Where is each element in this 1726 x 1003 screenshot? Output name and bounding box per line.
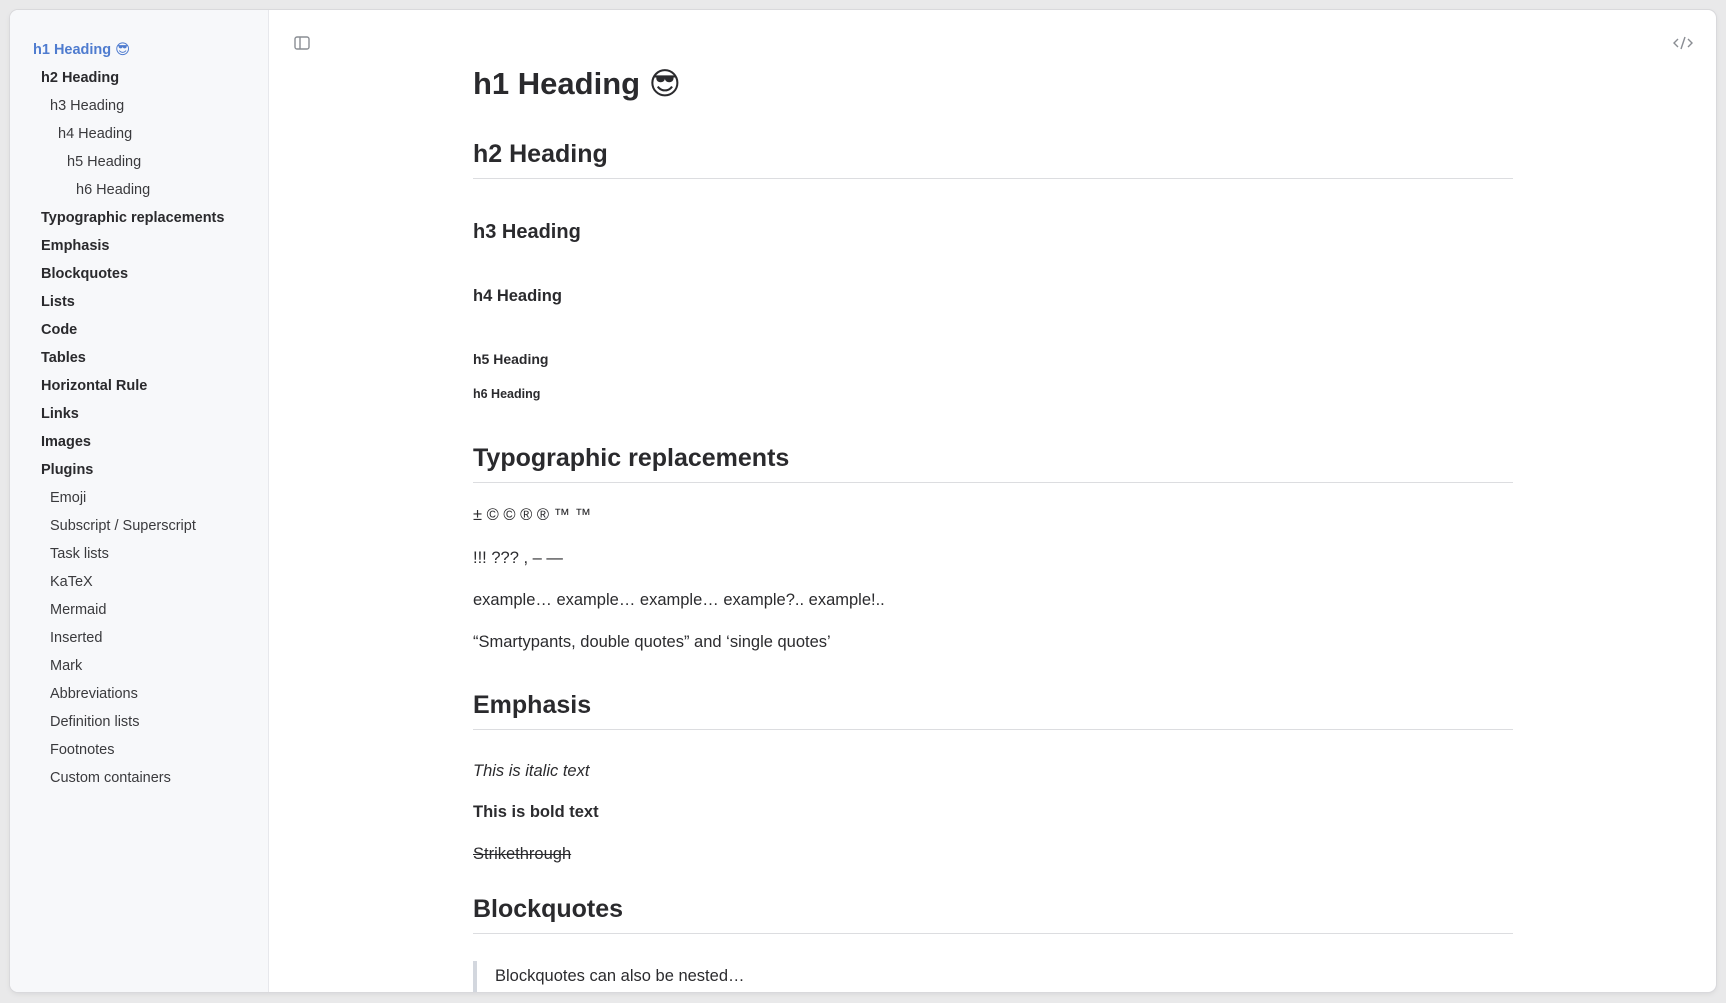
toc-item[interactable]: Emoji bbox=[10, 484, 269, 512]
toc-item[interactable]: h4 Heading bbox=[10, 120, 269, 148]
toc-item[interactable]: Blockquotes bbox=[10, 260, 269, 288]
heading-h4: h4 Heading bbox=[473, 287, 562, 305]
toc-item[interactable]: h5 Heading bbox=[10, 148, 269, 176]
toc-item[interactable]: h2 Heading bbox=[10, 64, 269, 92]
toc-item[interactable]: Tables bbox=[10, 344, 269, 372]
toc-item[interactable]: Footnotes bbox=[10, 736, 269, 764]
toc-item[interactable]: Task lists bbox=[10, 540, 269, 568]
typographic-ellipsis: example… example… example… example?.. ex… bbox=[473, 591, 885, 609]
toc-item[interactable]: Code bbox=[10, 316, 269, 344]
typographic-symbols: ± © © ® ® ™ ™ bbox=[473, 506, 592, 524]
toc-list: h1 Heading 😎 h2 Heading h3 Heading h4 Headi… bbox=[10, 36, 269, 792]
toc-item[interactable]: Definition lists bbox=[10, 708, 269, 736]
heading-blockquotes: Blockquotes bbox=[473, 895, 1513, 934]
toc-item[interactable]: Inserted bbox=[10, 624, 269, 652]
toc-sidebar: h1 Heading 😎 h2 Heading h3 Heading h4 Headi… bbox=[10, 10, 269, 992]
toc-item[interactable]: Lists bbox=[10, 288, 269, 316]
typographic-quotes: “Smartypants, double quotes” and ‘single… bbox=[473, 633, 831, 651]
toc-item[interactable]: Mermaid bbox=[10, 596, 269, 624]
strikethrough-text: Strikethrough bbox=[473, 845, 572, 863]
toc-item[interactable]: Custom containers bbox=[10, 764, 269, 792]
toc-item[interactable]: Images bbox=[10, 428, 269, 456]
heading-emphasis: Emphasis bbox=[473, 691, 1513, 730]
heading-h5: h5 Heading bbox=[473, 351, 549, 367]
toc-item[interactable]: Abbreviations bbox=[10, 680, 269, 708]
toc-item[interactable]: Typographic replacements bbox=[10, 204, 269, 232]
toc-item[interactable]: Links bbox=[10, 400, 269, 428]
toc-item[interactable]: h1 Heading 😎 bbox=[10, 36, 269, 64]
toc-item[interactable]: h6 Heading bbox=[10, 176, 269, 204]
toc-item[interactable]: KaTeX bbox=[10, 568, 269, 596]
app-window: h1 Heading 😎 h2 Heading h3 Heading h4 Headi… bbox=[10, 10, 1716, 992]
toc-item[interactable]: Horizontal Rule bbox=[10, 372, 269, 400]
blockquote-text: Blockquotes can also be nested… bbox=[495, 967, 745, 985]
italic-text: This is italic text bbox=[473, 762, 590, 780]
toc-item[interactable]: Mark bbox=[10, 652, 269, 680]
typographic-punctuation: !!! ??? , – — bbox=[473, 549, 563, 567]
sidebar-toggle-icon[interactable] bbox=[293, 34, 311, 52]
bold-text: This is bold text bbox=[473, 803, 599, 821]
heading-typographic: Typographic replacements bbox=[473, 444, 1513, 483]
toc-item[interactable]: h3 Heading bbox=[10, 92, 269, 120]
blockquote: Blockquotes can also be nested… bbox=[473, 961, 1513, 992]
heading-h6: h6 Heading bbox=[473, 387, 541, 401]
toc-item[interactable]: Emphasis bbox=[10, 232, 269, 260]
heading-h3: h3 Heading bbox=[473, 221, 581, 243]
toc-item[interactable]: Plugins bbox=[10, 456, 269, 484]
heading-h2: h2 Heading bbox=[473, 140, 1513, 179]
code-view-icon[interactable] bbox=[1672, 34, 1694, 52]
heading-h1: h1 Heading 😎 bbox=[473, 66, 682, 101]
toc-item[interactable]: Subscript / Superscript bbox=[10, 512, 269, 540]
